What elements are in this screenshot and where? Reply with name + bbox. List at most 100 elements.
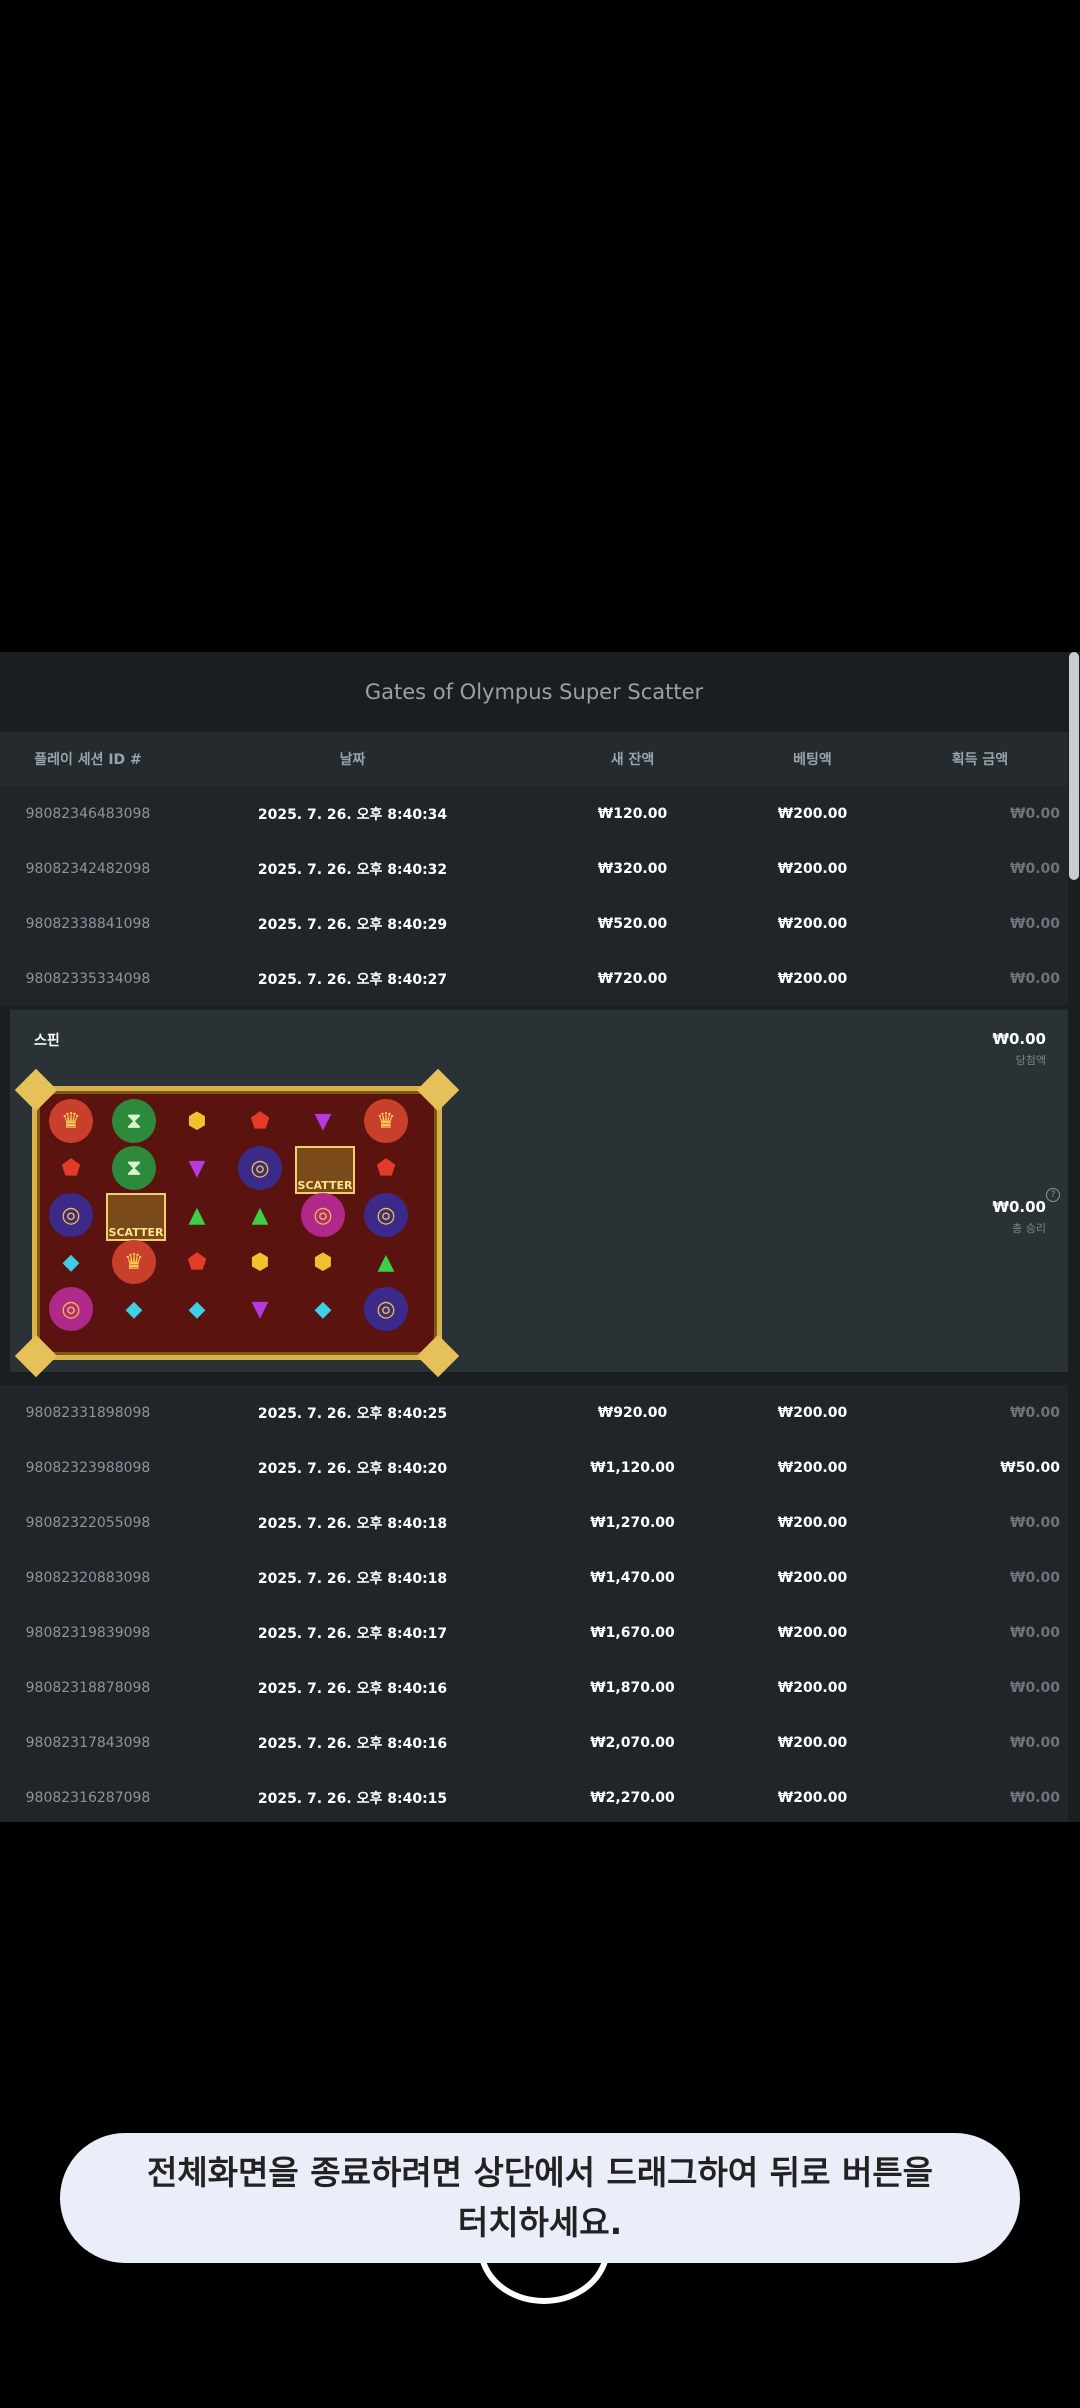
slot-board: ♛ ⧗ ⬢ ⬟ ▼ ♛ ⬟ ⧗ ▼ ◎ SCATTER ⬟ ◎ SCATTER …	[14, 1068, 460, 1378]
purple-gem-icon: ▼	[188, 1155, 206, 1181]
row-win: ₩0.00	[1010, 1404, 1060, 1421]
table-row[interactable]: 98082316287098 2025. 7. 26. 오후 8:40:15 ₩…	[0, 1770, 1068, 1822]
ring-icon: ◎	[364, 1193, 408, 1237]
table-row[interactable]: 98082331898098 2025. 7. 26. 오후 8:40:25 ₩…	[0, 1385, 1068, 1441]
row-balance: ₩1,270.00	[590, 1514, 675, 1531]
row-win: ₩0.00	[1010, 1679, 1060, 1696]
row-date: 2025. 7. 26. 오후 8:40:18	[257, 1515, 448, 1532]
row-bet: ₩200.00	[777, 1789, 848, 1806]
green-gem-icon: ▲	[251, 1202, 269, 1228]
row-win: ₩0.00	[1010, 1569, 1060, 1586]
blue-gem-icon: ◆	[188, 1296, 206, 1322]
header-win: 획득 금액	[951, 752, 1009, 768]
row-date: 2025. 7. 26. 오후 8:40:16	[257, 1735, 448, 1752]
win-amount: ₩0.00	[992, 1030, 1046, 1048]
green-gem-icon: ▲	[377, 1249, 395, 1275]
fullscreen-toast: 전체화면을 종료하려면 상단에서 드래그하여 뒤로 버튼을 터치하세요.	[60, 2133, 1020, 2263]
table-row[interactable]: 98082335334098 2025. 7. 26. 오후 8:40:27 ₩…	[0, 951, 1068, 1007]
row-date: 2025. 7. 26. 오후 8:40:25	[257, 1405, 448, 1422]
hourglass-icon: ⧗	[112, 1146, 156, 1190]
toast-line-2: 터치하세요.	[457, 2203, 623, 2242]
question-icon[interactable]: ?	[1046, 1188, 1060, 1202]
table-row[interactable]: 98082320883098 2025. 7. 26. 오후 8:40:18 ₩…	[0, 1550, 1068, 1606]
row-balance: ₩720.00	[597, 970, 668, 987]
hourglass-icon: ⧗	[112, 1099, 156, 1143]
header-date: 날짜	[339, 752, 366, 768]
row-win: ₩0.00	[1010, 860, 1060, 877]
row-date: 2025. 7. 26. 오후 8:40:29	[257, 916, 448, 933]
red-gem-icon: ⬟	[376, 1155, 396, 1181]
row-balance: ₩1,870.00	[590, 1679, 675, 1696]
row-balance: ₩1,670.00	[590, 1624, 675, 1641]
table-row[interactable]: 98082323988098 2025. 7. 26. 오후 8:40:20 ₩…	[0, 1440, 1068, 1496]
blue-gem-icon: ◆	[314, 1296, 332, 1322]
row-bet: ₩200.00	[777, 1734, 848, 1751]
row-bet: ₩200.00	[777, 860, 848, 877]
header-session-id: 플레이 세션 ID #	[34, 752, 142, 768]
session-id: 98082316287098	[25, 1789, 151, 1806]
row-win: ₩0.00	[1010, 1624, 1060, 1641]
crown-icon: ♛	[112, 1240, 156, 1284]
row-balance: ₩2,070.00	[590, 1734, 675, 1751]
crown-icon: ♛	[49, 1099, 93, 1143]
session-id: 98082335334098	[25, 970, 151, 987]
row-balance: ₩120.00	[597, 805, 668, 822]
session-id: 98082319839098	[25, 1624, 151, 1641]
table-row[interactable]: 98082319839098 2025. 7. 26. 오후 8:40:17 ₩…	[0, 1605, 1068, 1661]
scrollbar-thumb[interactable]	[1069, 652, 1079, 880]
spin-label: 스핀	[34, 1033, 60, 1049]
row-balance: ₩320.00	[597, 860, 668, 877]
table-row[interactable]: 98082342482098 2025. 7. 26. 오후 8:40:32 ₩…	[0, 841, 1068, 897]
purple-gem-icon: ▼	[251, 1296, 269, 1322]
row-win: ₩0.00	[1010, 1734, 1060, 1751]
yellow-gem-icon: ⬢	[187, 1108, 207, 1134]
row-win: ₩0.00	[1010, 805, 1060, 822]
row-balance: ₩1,120.00	[590, 1459, 675, 1476]
blue-gem-icon: ◆	[125, 1296, 143, 1322]
row-bet: ₩200.00	[777, 1624, 848, 1641]
scrollbar[interactable]	[1068, 652, 1080, 1822]
session-id: 98082331898098	[25, 1404, 151, 1421]
crown-icon: ♛	[364, 1099, 408, 1143]
row-bet: ₩200.00	[777, 970, 848, 987]
frame-corner-icon	[416, 1068, 460, 1112]
header-balance: 새 잔액	[610, 752, 655, 768]
table-row[interactable]: 98082318878098 2025. 7. 26. 오후 8:40:16 ₩…	[0, 1660, 1068, 1716]
session-id: 98082318878098	[25, 1679, 151, 1696]
spin-detail: 스핀 ₩0.00 당첨액 ₩0.00 총 승리 ? ♛ ⧗ ⬢ ⬟ ▼ ♛ ⬟ …	[10, 1008, 1068, 1378]
table-row[interactable]: 98082317843098 2025. 7. 26. 오후 8:40:16 ₩…	[0, 1715, 1068, 1771]
row-bet: ₩200.00	[777, 1569, 848, 1586]
row-bet: ₩200.00	[777, 1459, 848, 1476]
yellow-gem-icon: ⬢	[250, 1249, 270, 1275]
row-bet: ₩200.00	[777, 915, 848, 932]
red-gem-icon: ⬟	[187, 1249, 207, 1275]
table-row[interactable]: 98082322055098 2025. 7. 26. 오후 8:40:18 ₩…	[0, 1495, 1068, 1551]
row-win: ₩0.00	[1010, 1514, 1060, 1531]
total-win-amount: ₩0.00	[992, 1198, 1046, 1216]
row-bet: ₩200.00	[777, 1404, 848, 1421]
yellow-gem-icon: ⬢	[313, 1249, 333, 1275]
game-title: Gates of Olympus Super Scatter	[364, 680, 704, 704]
session-id: 98082320883098	[25, 1569, 151, 1586]
session-id: 98082346483098	[25, 805, 151, 822]
row-balance: ₩1,470.00	[590, 1569, 675, 1586]
row-date: 2025. 7. 26. 오후 8:40:18	[257, 1570, 448, 1587]
ring-icon: ◎	[238, 1146, 282, 1190]
row-date: 2025. 7. 26. 오후 8:40:27	[257, 971, 448, 988]
row-date: 2025. 7. 26. 오후 8:40:32	[257, 861, 448, 878]
scatter-icon: SCATTER	[295, 1146, 355, 1194]
row-balance: ₩520.00	[597, 915, 668, 932]
table-row[interactable]: 98082346483098 2025. 7. 26. 오후 8:40:34 ₩…	[0, 786, 1068, 842]
row-win: ₩0.00	[1010, 970, 1060, 987]
row-bet: ₩200.00	[777, 805, 848, 822]
table-row[interactable]: 98082338841098 2025. 7. 26. 오후 8:40:29 ₩…	[0, 896, 1068, 952]
history-panel: Gates of Olympus Super Scatter 플레이 세션 ID…	[0, 652, 1068, 1822]
scatter-icon: SCATTER	[106, 1193, 166, 1241]
session-id: 98082323988098	[25, 1459, 151, 1476]
row-win: ₩0.00	[1010, 1789, 1060, 1806]
win-amount-label: 당첨액	[1015, 1054, 1046, 1067]
green-gem-icon: ▲	[188, 1202, 206, 1228]
frame-corner-icon	[416, 1334, 460, 1378]
chalice-icon: ◎	[301, 1193, 345, 1237]
red-gem-icon: ⬟	[61, 1155, 81, 1181]
